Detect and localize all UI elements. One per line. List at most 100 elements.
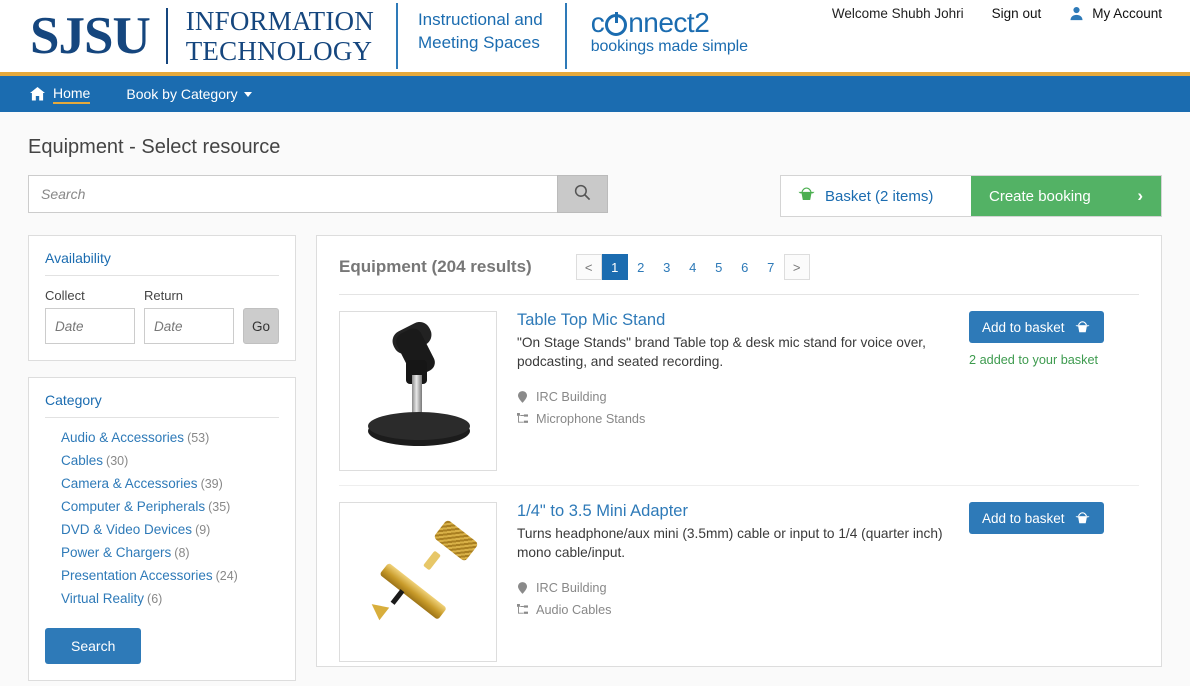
chevron-down-icon [243,91,252,97]
pagination-page-2[interactable]: 2 [628,254,654,280]
chevron-right-icon: › [1137,186,1143,205]
basket-icon [797,186,816,207]
product-thumbnail-adapter[interactable] [339,502,497,662]
result-category-label: Audio Cables [536,602,612,617]
pagination-page-5[interactable]: 5 [706,254,732,280]
list-item: Cables (30) [61,453,279,468]
category-link-power-chargers[interactable]: Power & Chargers [61,545,171,560]
person-icon [1069,6,1084,21]
collect-label: Collect [45,288,85,303]
category-link-camera-accessories[interactable]: Camera & Accessories [61,476,198,491]
category-link-audio-accessories[interactable]: Audio & Accessories [61,430,184,445]
my-account-link[interactable]: My Account [1069,6,1162,21]
category-count: (8) [174,546,190,560]
search-icon [574,184,591,204]
search-input[interactable] [28,175,557,213]
pagination-page-3[interactable]: 3 [654,254,680,280]
connect2-logo[interactable]: c nnect2 bookings made simple [591,8,748,56]
return-field: Return [144,288,234,344]
list-item: Power & Chargers (8) [61,545,279,560]
list-item: Camera & Accessories (39) [61,476,279,491]
category-count: (9) [195,523,211,537]
pagination-page-4[interactable]: 4 [680,254,706,280]
category-list: Audio & Accessories (53) Cables (30) Camer… [45,430,279,606]
result-category: Microphone Stands [517,412,951,426]
create-booking-button[interactable]: Create booking › [971,176,1161,216]
pagination-next[interactable]: > [783,254,810,280]
result-category: Audio Cables [517,603,951,617]
it-line-2: TECHNOLOGY [185,36,373,66]
basket-group: Basket (2 items) Create booking › [780,175,1162,217]
search-submit-button[interactable] [557,175,608,213]
user-account-area: Welcome Shubh Johri Sign out My Account [804,6,1162,21]
add-to-basket-button[interactable]: Add to basket [969,502,1104,534]
result-location-label: IRC Building [536,389,607,404]
result-details: 1/4" to 3.5 Mini Adapter Turns headphone… [497,502,969,662]
search-and-basket-row: Basket (2 items) Create booking › [28,175,1162,217]
category-count: (35) [208,500,231,514]
basket-icon [1074,320,1091,334]
basket-label: Basket (2 items) [825,187,934,205]
main-navbar: Home Book by Category [0,76,1190,112]
page-title: Equipment - Select resource [28,136,281,158]
collect-date-input[interactable] [45,308,135,344]
product-thumbnail-mic-stand[interactable] [339,311,497,471]
location-pin-icon [517,582,528,594]
category-link-dvd-video-devices[interactable]: DVD & Video Devices [61,522,192,537]
content-columns: Availability Collect Return Go Category [28,235,1162,686]
connect2-tagline: bookings made simple [590,38,748,56]
information-technology-wordmark: INFORMATION TECHNOLOGY [186,6,374,66]
basket-button[interactable]: Basket (2 items) [781,176,971,216]
connect2-post: nnect2 [628,7,710,38]
category-link-computer-peripherals[interactable]: Computer & Peripherals [61,499,205,514]
pagination-page-1[interactable]: 1 [601,254,628,280]
category-link-presentation-accessories[interactable]: Presentation Accessories [61,568,213,583]
sign-out-link[interactable]: Sign out [992,6,1042,21]
mic-stand-image [340,312,496,470]
pagination-prev[interactable]: < [575,254,602,280]
availability-go-button[interactable]: Go [243,308,279,344]
header-divider-1 [395,3,398,69]
category-count: (39) [200,477,223,491]
category-panel-title: Category [45,392,279,418]
add-to-basket-button[interactable]: Add to basket [969,311,1104,343]
result-description: "On Stage Stands" brand Table top & desk… [517,335,926,370]
create-booking-label: Create booking [989,187,1091,205]
category-count: (24) [215,569,238,583]
nav-item-book-by-category[interactable]: Book by Category [126,86,252,102]
result-actions: Add to basket [969,502,1139,662]
result-location: IRC Building [517,581,951,595]
welcome-message: Welcome Shubh Johri [831,6,964,21]
site-header: SJSU INFORMATION TECHNOLOGY Instructiona… [0,0,1190,72]
result-actions: Add to basket 2 added to your basket [969,311,1139,471]
result-title-link[interactable]: Table Top Mic Stand [517,311,951,330]
power-symbol-icon [605,11,628,36]
nav-item-home-label: Home [53,85,91,104]
nav-item-book-by-category-label: Book by Category [126,86,238,102]
add-to-basket-label: Add to basket [982,319,1065,335]
sjsu-wordmark: SJSU [30,6,151,65]
category-link-virtual-reality[interactable]: Virtual Reality [61,591,144,606]
pagination-page-7[interactable]: 7 [758,254,784,280]
result-category-label: Microphone Stands [536,411,646,426]
nav-item-home[interactable]: Home [30,85,91,104]
it-line-1: INFORMATION [185,5,374,36]
search-group [28,175,608,213]
connect2-wordmark: c nnect2 [590,7,748,38]
category-count: (6) [147,592,163,606]
category-count: (30) [106,454,129,468]
return-date-input[interactable] [144,308,234,344]
return-label: Return [144,288,184,303]
header-divider-2 [564,3,567,69]
result-location: IRC Building [517,390,951,404]
pagination-page-6[interactable]: 6 [732,254,758,280]
connect2-pre: c [590,7,605,38]
sidebar: Availability Collect Return Go Category [28,235,296,686]
logo-divider [165,8,168,64]
page-body: Equipment - Select resource Basket ( [0,112,1190,686]
category-link-cables[interactable]: Cables [61,453,103,468]
result-title-link[interactable]: 1/4" to 3.5 Mini Adapter [517,502,951,521]
sidebar-search-button[interactable]: Search [45,628,142,664]
sjsu-logo[interactable]: SJSU INFORMATION TECHNOLOGY [0,0,374,72]
category-count: (53) [187,431,210,445]
